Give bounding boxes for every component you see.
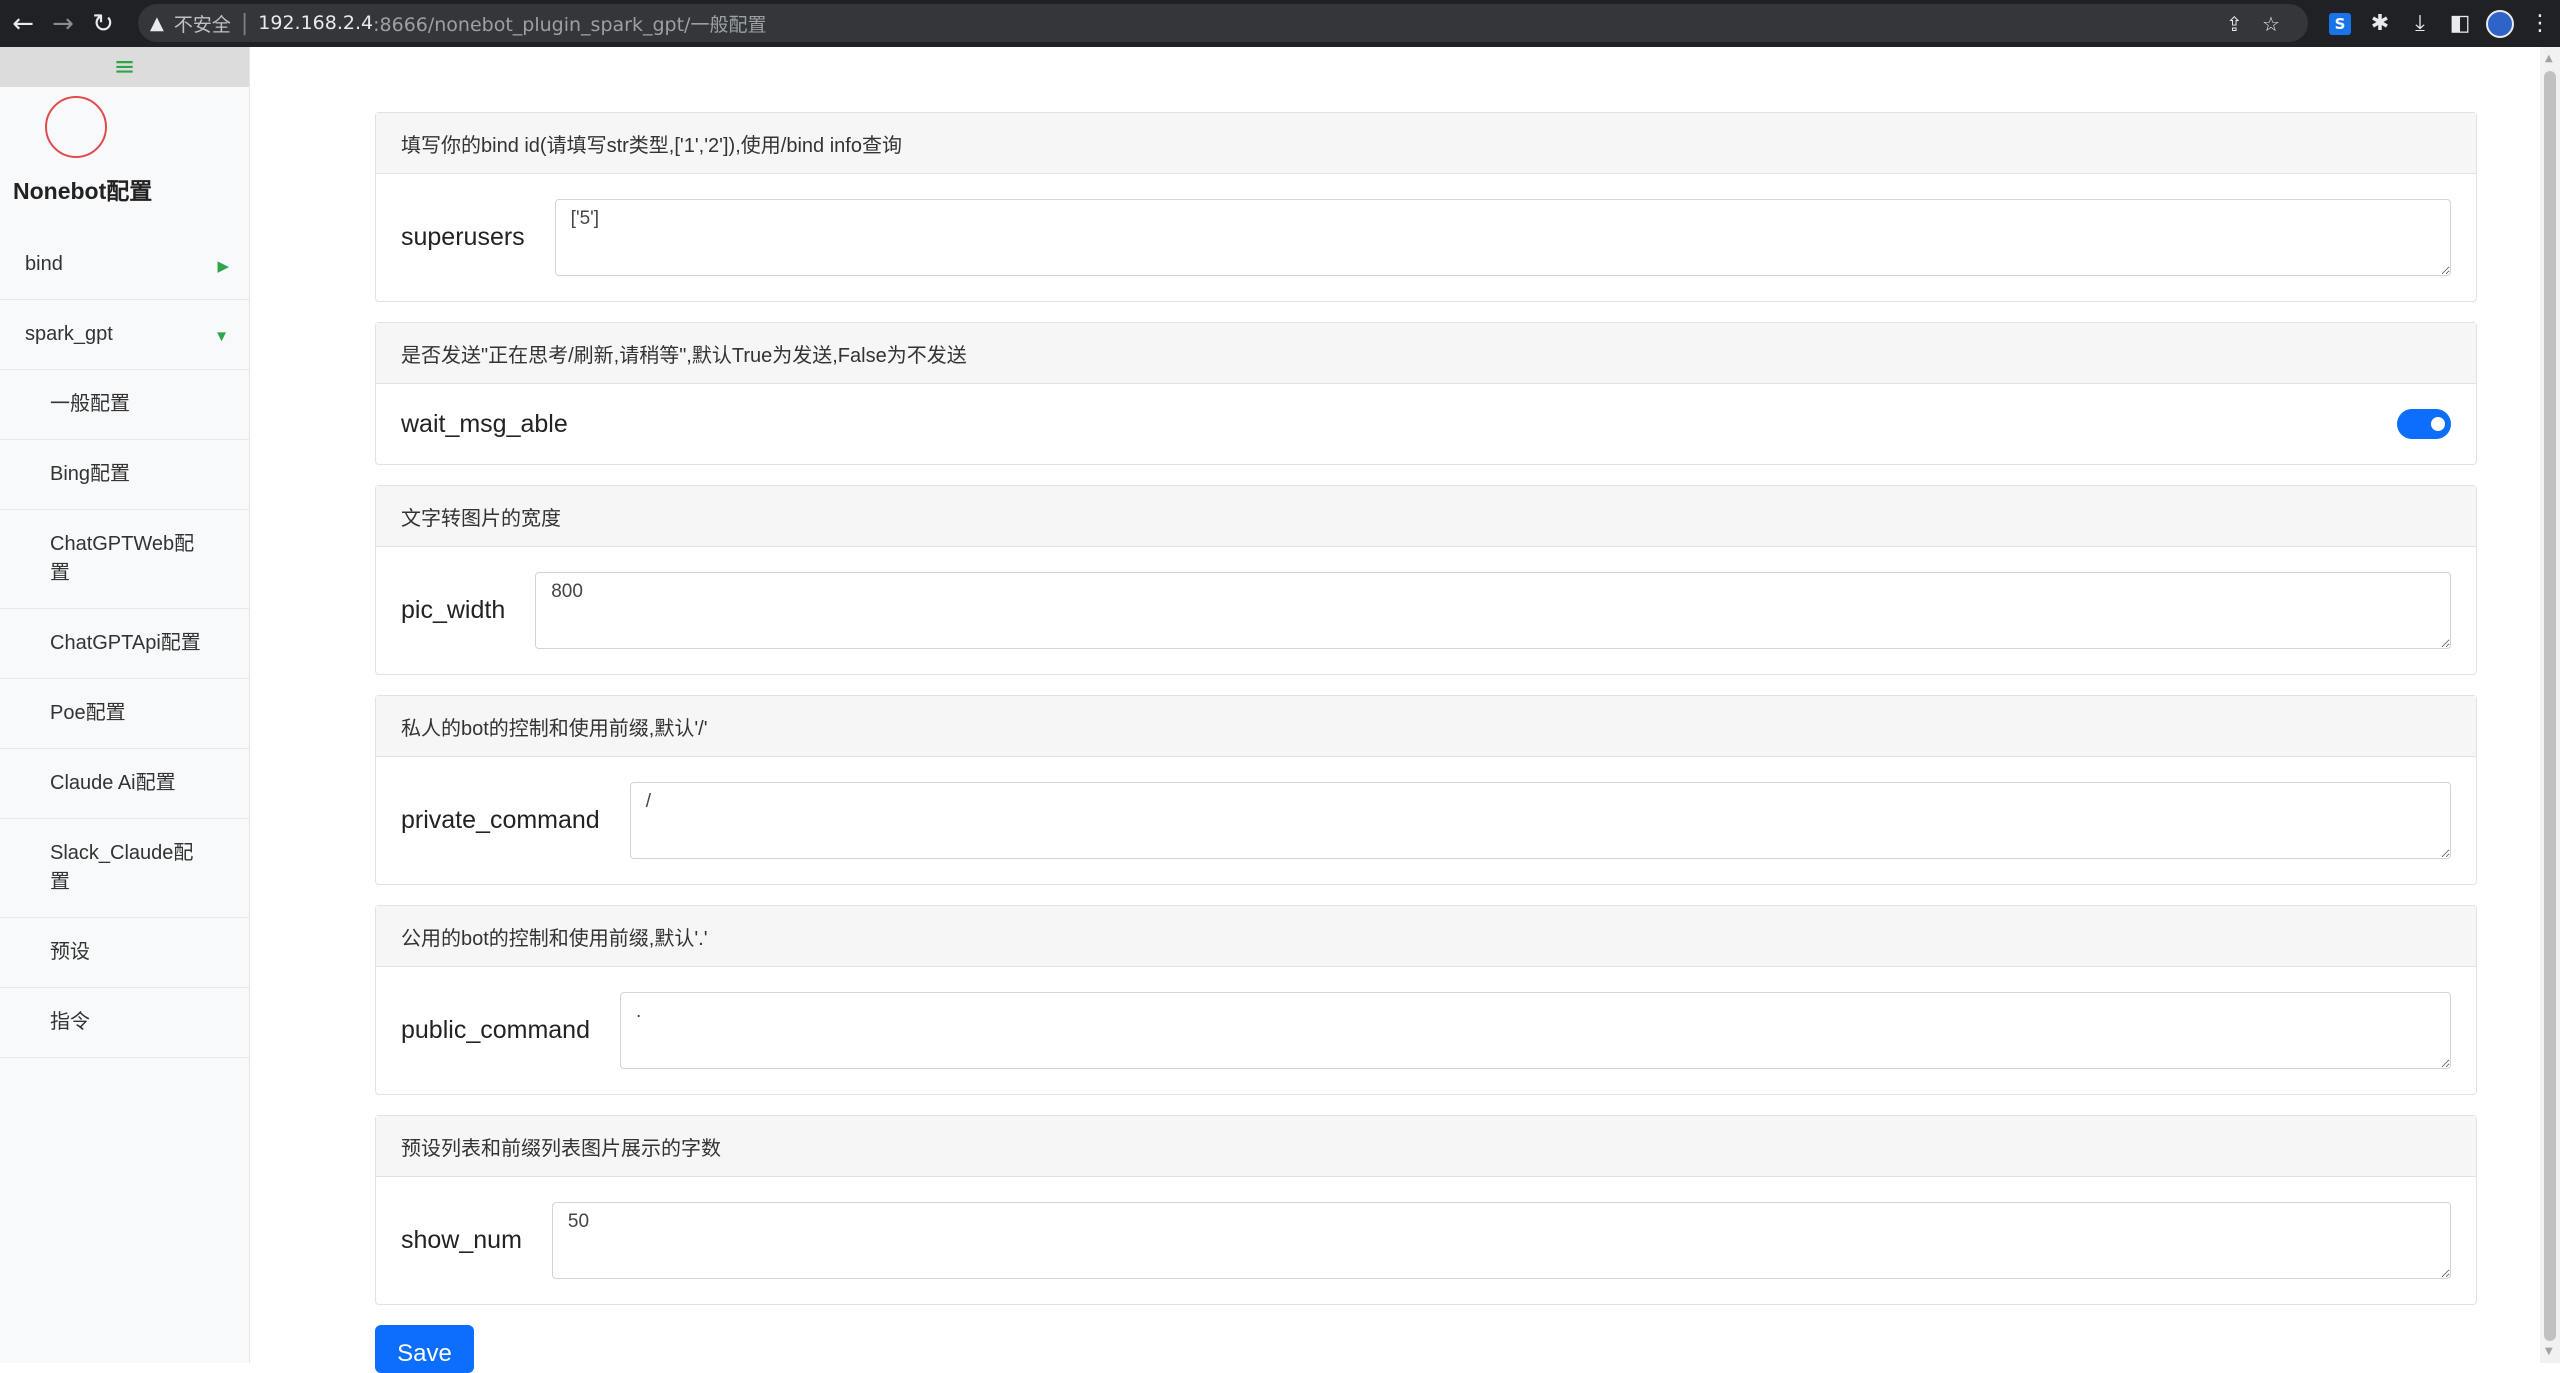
- sidebar-item-slack-claude-config[interactable]: Slack_Claude配置: [0, 819, 249, 918]
- field-description: 公用的bot的控制和使用前缀,默认'.': [376, 906, 2476, 967]
- forward-icon[interactable]: →: [46, 7, 80, 41]
- sidebar-item-label: ChatGPTWeb配置: [50, 533, 195, 584]
- field-description: 填写你的bind id(请填写str类型,['1','2']),使用/bind …: [376, 113, 2476, 174]
- sidebar-item-bing-config[interactable]: Bing配置: [0, 440, 249, 510]
- warning-icon: ▲: [150, 12, 164, 34]
- sidebar-nav: bind ▶ spark_gpt ▼ 一般配置 Bing配置 ChatGPTWe…: [0, 230, 249, 1058]
- scroll-up-icon[interactable]: ▲: [2545, 53, 2553, 64]
- sidebar-item-bind[interactable]: bind ▶: [0, 230, 249, 300]
- caret-right-icon: ▶: [217, 258, 229, 275]
- caret-down-icon: ▼: [214, 328, 229, 345]
- share-icon[interactable]: ⇪: [2226, 12, 2243, 36]
- sidebar-item-label: Slack_Claude配置: [50, 842, 194, 893]
- hamburger-icon[interactable]: ≡: [0, 47, 249, 87]
- sidebar-item-poe-config[interactable]: Poe配置: [0, 679, 249, 749]
- pic-width-input[interactable]: 800: [535, 572, 2451, 649]
- wait-msg-able-toggle[interactable]: [2397, 409, 2451, 439]
- address-bar[interactable]: ▲ 不安全 | 192.168.2.4 :8666/nonebot_plugin…: [138, 4, 2308, 42]
- reload-icon[interactable]: ↻: [86, 7, 120, 41]
- field-description: 私人的bot的控制和使用前缀,默认'/': [376, 696, 2476, 757]
- field-label: superusers: [401, 223, 525, 251]
- bookmark-star-icon[interactable]: ☆: [2262, 12, 2280, 36]
- menu-dots-icon[interactable]: ⋮: [2520, 4, 2560, 44]
- extension-s-icon[interactable]: S: [2320, 4, 2360, 44]
- sidebar-item-spark-gpt[interactable]: spark_gpt ▼: [0, 300, 249, 370]
- config-card-private-command: 私人的bot的控制和使用前缀,默认'/' private_command /: [375, 695, 2477, 885]
- sidebar-item-chatgptweb-config[interactable]: ChatGPTWeb配置: [0, 510, 249, 609]
- url-host: 192.168.2.4: [258, 12, 374, 34]
- field-label: wait_msg_able: [401, 409, 568, 438]
- field-label: public_command: [401, 1016, 590, 1044]
- sidebar-item-presets[interactable]: 预设: [0, 918, 249, 988]
- sidebar-item-label: spark_gpt: [25, 323, 113, 345]
- url-path: :8666/nonebot_plugin_spark_gpt/一般配置: [373, 13, 767, 36]
- config-card-show-num: 预设列表和前缀列表图片展示的字数 show_num 50: [375, 1115, 2477, 1305]
- sidebar-item-label: ChatGPTApi配置: [50, 632, 201, 654]
- sidebar-item-chatgptapi-config[interactable]: ChatGPTApi配置: [0, 609, 249, 679]
- field-label: show_num: [401, 1226, 522, 1254]
- sidebar-item-general-config[interactable]: 一般配置: [0, 370, 249, 440]
- sidebar-item-commands[interactable]: 指令: [0, 988, 249, 1058]
- field-description: 预设列表和前缀列表图片展示的字数: [376, 1116, 2476, 1177]
- sidebar-item-label: Poe配置: [50, 702, 126, 724]
- sidebar-item-claude-ai-config[interactable]: Claude Ai配置: [0, 749, 249, 819]
- public-command-input[interactable]: .: [620, 992, 2451, 1069]
- sidebar-item-label: 指令: [50, 1011, 90, 1033]
- save-button[interactable]: Save: [375, 1325, 474, 1373]
- extensions-area: S ✱ ⤓ ◧ ⋮: [2320, 0, 2560, 47]
- sidebar-item-label: bind: [25, 253, 63, 275]
- address-separator: |: [240, 10, 249, 36]
- field-description: 文字转图片的宽度: [376, 486, 2476, 547]
- sidebar-item-label: Bing配置: [50, 463, 131, 485]
- back-icon[interactable]: ←: [6, 7, 40, 41]
- private-command-input[interactable]: /: [629, 782, 2451, 859]
- insecure-label: 不安全: [173, 13, 231, 36]
- config-form: 填写你的bind id(请填写str类型,['1','2']),使用/bind …: [375, 112, 2477, 1325]
- page-scrollbar[interactable]: ▲ ▼: [2540, 47, 2560, 1363]
- sidebar-title: Nonebot配置: [13, 178, 153, 204]
- sidebar-item-label: 预设: [50, 941, 90, 963]
- profile-avatar[interactable]: [2480, 4, 2520, 44]
- sidebar-item-label: 一般配置: [50, 393, 130, 415]
- config-card-wait-msg-able: 是否发送"正在思考/刷新,请稍等",默认True为发送,False为不发送 wa…: [375, 322, 2477, 465]
- config-card-pic-width: 文字转图片的宽度 pic_width 800: [375, 485, 2477, 675]
- browser-toolbar: ← → ↻ ▲ 不安全 | 192.168.2.4 :8666/nonebot_…: [0, 0, 2560, 47]
- download-icon[interactable]: ⤓: [2400, 4, 2440, 44]
- config-card-public-command: 公用的bot的控制和使用前缀,默认'.' public_command .: [375, 905, 2477, 1095]
- scrollbar-thumb[interactable]: [2544, 71, 2556, 1341]
- show-num-input[interactable]: 50: [551, 1202, 2451, 1279]
- superusers-input[interactable]: ['5']: [554, 199, 2451, 276]
- logo: [45, 96, 107, 158]
- field-description: 是否发送"正在思考/刷新,请稍等",默认True为发送,False为不发送: [376, 323, 2476, 384]
- sidebar-item-label: Claude Ai配置: [50, 772, 176, 794]
- puzzle-icon[interactable]: ✱: [2360, 4, 2400, 44]
- field-label: pic_width: [401, 596, 506, 624]
- config-card-superusers: 填写你的bind id(请填写str类型,['1','2']),使用/bind …: [375, 112, 2477, 302]
- side-panel-icon[interactable]: ◧: [2440, 4, 2480, 44]
- scroll-down-icon[interactable]: ▼: [2545, 1346, 2553, 1357]
- sidebar: ≡ Nonebot配置 bind ▶ spark_gpt ▼ 一般配置 Bing…: [0, 47, 250, 1363]
- field-label: private_command: [401, 806, 600, 834]
